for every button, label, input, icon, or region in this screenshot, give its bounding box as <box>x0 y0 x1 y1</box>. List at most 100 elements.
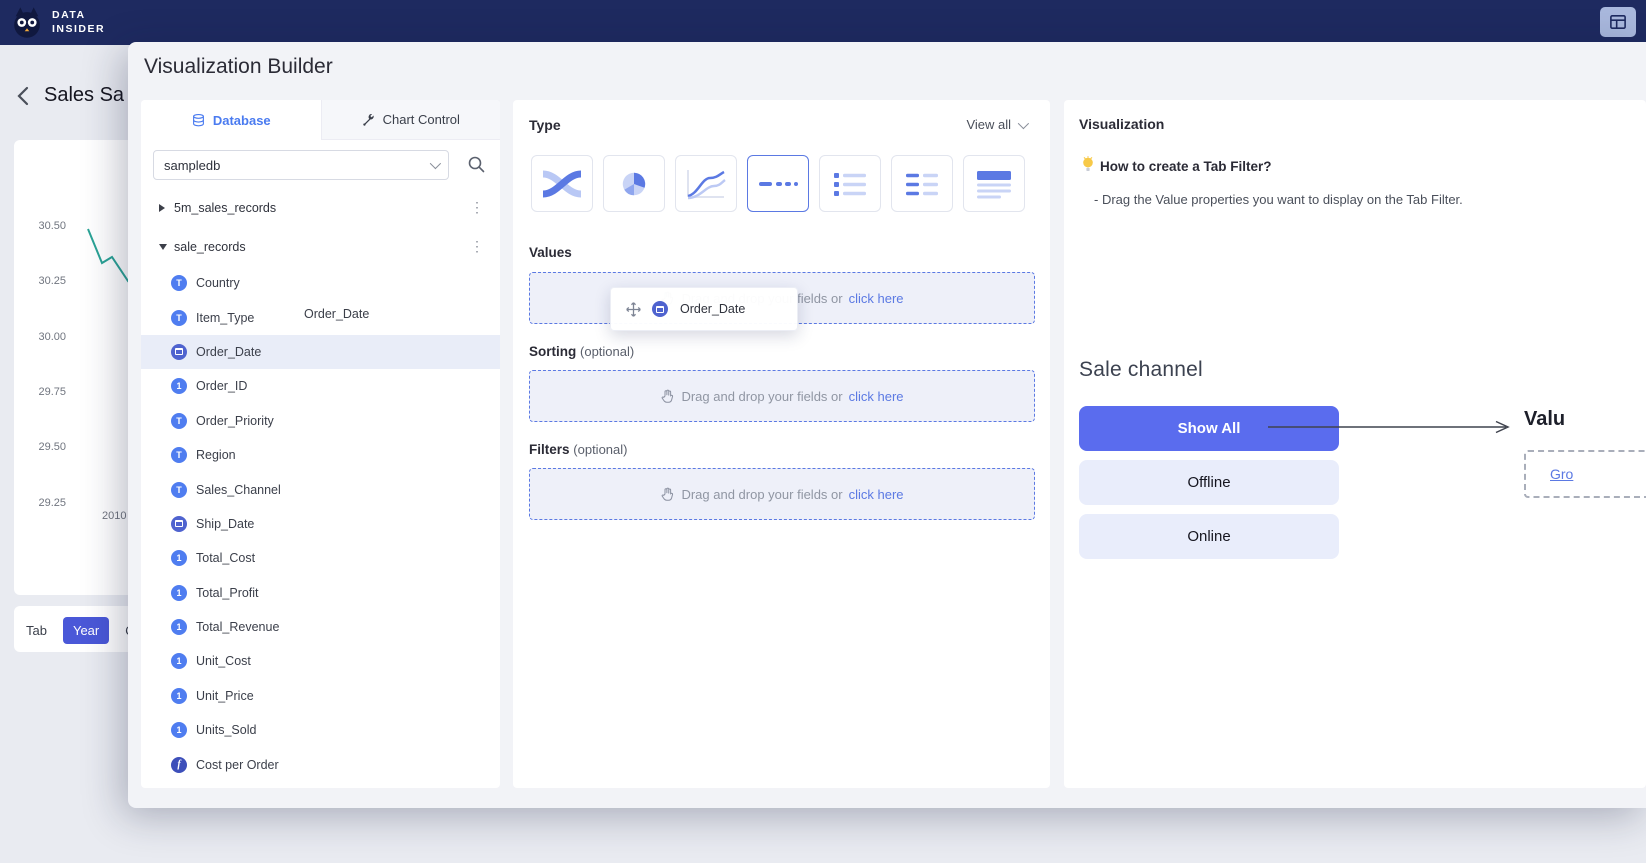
clipped-values-heading: Valu <box>1524 408 1565 431</box>
tree-table-sale-records[interactable]: sale_records ⋮ <box>141 227 500 266</box>
chart-type-table[interactable] <box>963 155 1025 212</box>
chart-type-pie[interactable] <box>603 155 665 212</box>
view-all-button[interactable]: View all <box>966 117 1026 132</box>
tab-year[interactable]: Year <box>63 617 109 644</box>
wrench-icon <box>362 113 376 127</box>
chart-type-list[interactable] <box>819 155 881 212</box>
visualization-builder-modal: Visualization Builder Database <box>128 42 1646 808</box>
tab-chart-control-label: Chart Control <box>383 112 460 127</box>
caret-right-icon[interactable] <box>159 204 165 212</box>
chart-type-sankey[interactable] <box>531 155 593 212</box>
filter-button-offline[interactable]: Offline <box>1079 460 1339 505</box>
text-field-icon: T <box>171 482 187 498</box>
database-panel: Database Chart Control sampledb <box>141 100 500 788</box>
click-here-link[interactable]: click here <box>849 487 904 502</box>
tree-field-unit-cost[interactable]: 1 Unit_Cost <box>141 644 500 678</box>
sorting-label: Sorting <box>529 344 576 359</box>
field-label: Item_Type <box>196 311 254 325</box>
text-field-icon: T <box>171 413 187 429</box>
tree-field-sales-channel[interactable]: T Sales_Channel <box>141 472 500 506</box>
chart-type-dash-line[interactable] <box>747 155 809 212</box>
line-chart-icon <box>684 166 728 202</box>
bulb-icon <box>1080 156 1096 174</box>
number-field-icon: 1 <box>171 619 187 635</box>
layout-grid-icon <box>1609 14 1627 30</box>
tab-database-label: Database <box>213 113 271 128</box>
tree-field-order-priority[interactable]: T Order_Priority <box>141 404 500 438</box>
table-label: sale_records <box>174 240 246 254</box>
hint-body: - Drag the Value properties you want to … <box>1094 192 1463 207</box>
drag-hand-icon <box>660 486 675 502</box>
text-field-icon: T <box>171 275 187 291</box>
tree-field-units-sold[interactable]: 1 Units_Sold <box>141 713 500 747</box>
field-label: Total_Profit <box>196 586 259 600</box>
layout-grid-button[interactable] <box>1600 7 1636 37</box>
optional-label: (optional) <box>580 344 634 359</box>
click-here-link[interactable]: click here <box>849 291 904 306</box>
tree-field-unit-price[interactable]: 1 Unit_Price <box>141 679 500 713</box>
field-label: Ship_Date <box>196 517 254 531</box>
click-here-link[interactable]: click here <box>849 389 904 404</box>
chevron-down-icon <box>430 158 441 169</box>
chart-type-line[interactable] <box>675 155 737 212</box>
kebab-menu-icon[interactable]: ⋮ <box>466 199 488 216</box>
y-axis-label: 29.25 <box>22 497 66 509</box>
filter-button-show-all[interactable]: Show All <box>1079 406 1339 451</box>
y-axis-label: 30.00 <box>22 331 66 343</box>
sorting-dropzone[interactable]: Drag and drop your fields or click here <box>529 370 1035 422</box>
field-label: Units_Sold <box>196 723 256 737</box>
tree-field-total-cost[interactable]: 1 Total_Cost <box>141 541 500 575</box>
database-select[interactable]: sampledb <box>153 150 449 180</box>
search-button[interactable] <box>464 153 488 177</box>
hint-title: How to create a Tab Filter? <box>1100 159 1272 174</box>
owl-logo-icon <box>8 4 46 42</box>
kebab-menu-icon[interactable]: ⋮ <box>466 238 488 255</box>
y-axis-label: 29.50 <box>22 441 66 453</box>
number-field-icon: 1 <box>171 722 187 738</box>
tree-field-cost-per-order[interactable]: f Cost per Order <box>141 747 500 781</box>
move-icon <box>625 301 642 318</box>
dragging-field-chip[interactable]: Order_Date <box>610 287 798 331</box>
tab-chart-control[interactable]: Chart Control <box>321 100 501 140</box>
filters-label: Filters <box>529 442 570 457</box>
field-label: Region <box>196 448 236 462</box>
text-field-icon: T <box>171 447 187 463</box>
back-chevron-icon[interactable] <box>14 85 32 107</box>
date-field-icon <box>171 344 187 360</box>
number-field-icon: 1 <box>171 688 187 704</box>
clipped-group-dropzone[interactable]: Gro <box>1524 450 1646 498</box>
filter-button-online[interactable]: Online <box>1079 514 1339 559</box>
tree-table-5m-sales-records[interactable]: 5m_sales_records ⋮ <box>141 188 500 227</box>
y-axis-label: 30.25 <box>22 275 66 287</box>
caret-down-icon[interactable] <box>159 244 167 250</box>
dropzone-text: Drag and drop your fields or <box>681 389 842 404</box>
dash-line-chart-icon <box>756 166 800 202</box>
tree-field-order-id[interactable]: 1 Order_ID <box>141 369 500 403</box>
left-panel-tabs: Database Chart Control <box>141 100 500 140</box>
tree-field-total-revenue[interactable]: 1 Total_Revenue <box>141 610 500 644</box>
drag-hand-icon <box>660 388 675 404</box>
table-label: 5m_sales_records <box>174 201 276 215</box>
tree-field-order-date[interactable]: Order_Date <box>141 335 500 369</box>
number-field-icon: 1 <box>171 550 187 566</box>
tab-database[interactable]: Database <box>141 100 321 140</box>
tree-field-item-type[interactable]: T Item_Type <box>141 300 500 334</box>
tree-field-total-profit[interactable]: 1 Total_Profit <box>141 576 500 610</box>
tab-tab[interactable]: Tab <box>16 617 57 644</box>
chart-type-list-alt[interactable] <box>891 155 953 212</box>
page-title: Sales Sa <box>44 84 124 107</box>
y-axis-label: 29.75 <box>22 386 66 398</box>
optional-label: (optional) <box>573 442 627 457</box>
clipped-group-link[interactable]: Gro <box>1550 466 1573 482</box>
tree-field-region[interactable]: T Region <box>141 438 500 472</box>
y-axis-label: 30.50 <box>22 220 66 232</box>
tree-field-country[interactable]: T Country <box>141 266 500 300</box>
field-label: Order_Priority <box>196 414 274 428</box>
number-field-icon: 1 <box>171 585 187 601</box>
chip-label: Order_Date <box>680 302 745 316</box>
filters-dropzone[interactable]: Drag and drop your fields or click here <box>529 468 1035 520</box>
chart-type-selector <box>531 155 1025 212</box>
field-label: Order_ID <box>196 379 247 393</box>
tree-field-ship-date[interactable]: Ship_Date <box>141 507 500 541</box>
visualization-panel: Visualization How to create a Tab Filter… <box>1064 100 1646 788</box>
